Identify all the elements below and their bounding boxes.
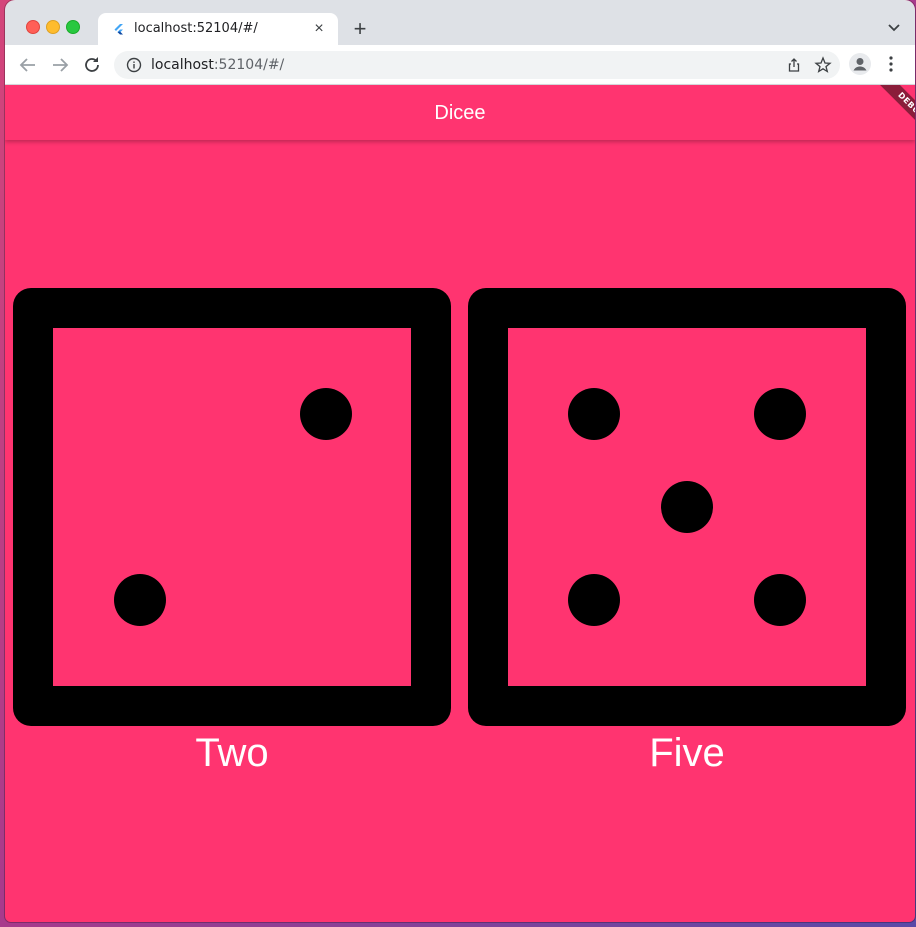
flutter-icon — [113, 23, 125, 35]
chevron-down-icon[interactable] — [887, 20, 901, 34]
debug-label: DEBUG — [874, 85, 915, 141]
reload-icon[interactable] — [80, 53, 104, 77]
dice-pip — [754, 574, 806, 626]
dice-left-label: Two — [195, 731, 269, 775]
tab-strip: localhost:52104/#/ × + — [5, 0, 915, 45]
dice-pip — [300, 388, 352, 440]
tab-title: localhost:52104/#/ — [134, 21, 258, 36]
debug-banner: DEBUG — [859, 85, 915, 141]
profile-avatar-icon[interactable] — [849, 53, 871, 75]
dice-right[interactable] — [468, 288, 906, 726]
more-menu-icon[interactable] — [883, 55, 899, 73]
app-title: Dicee — [434, 102, 486, 124]
address-bar[interactable]: localhost:52104/#/ — [114, 51, 840, 79]
dice-pip — [568, 388, 620, 440]
window-minimize-button[interactable] — [46, 20, 60, 34]
url-path: :52104/#/ — [213, 57, 285, 73]
forward-arrow-icon[interactable] — [48, 53, 72, 77]
app-bar: Dicee — [5, 85, 915, 140]
back-arrow-icon[interactable] — [16, 53, 40, 77]
info-icon[interactable] — [126, 57, 142, 73]
browser-toolbar: localhost:52104/#/ — [5, 45, 915, 85]
dice-pip — [568, 574, 620, 626]
dice-left[interactable] — [13, 288, 451, 726]
bookmark-star-icon[interactable] — [814, 56, 832, 74]
dice-right-label: Five — [649, 731, 725, 775]
tab-close-button[interactable]: × — [310, 20, 328, 38]
browser-tab[interactable]: localhost:52104/#/ × — [98, 13, 338, 45]
dice-pip — [114, 574, 166, 626]
window-maximize-button[interactable] — [66, 20, 80, 34]
dice-pip — [661, 481, 713, 533]
share-icon[interactable] — [786, 57, 802, 73]
dice-row: Two Five — [5, 288, 915, 788]
new-tab-button[interactable]: + — [349, 18, 371, 40]
dice-five-face — [468, 288, 906, 726]
browser-window: localhost:52104/#/ × + localhost:52104/#… — [5, 0, 915, 922]
url-host: localhost — [151, 57, 214, 73]
dice-two-face — [13, 288, 451, 726]
url-text: localhost:52104/#/ — [151, 57, 284, 73]
dice-pip — [754, 388, 806, 440]
window-close-button[interactable] — [26, 20, 40, 34]
